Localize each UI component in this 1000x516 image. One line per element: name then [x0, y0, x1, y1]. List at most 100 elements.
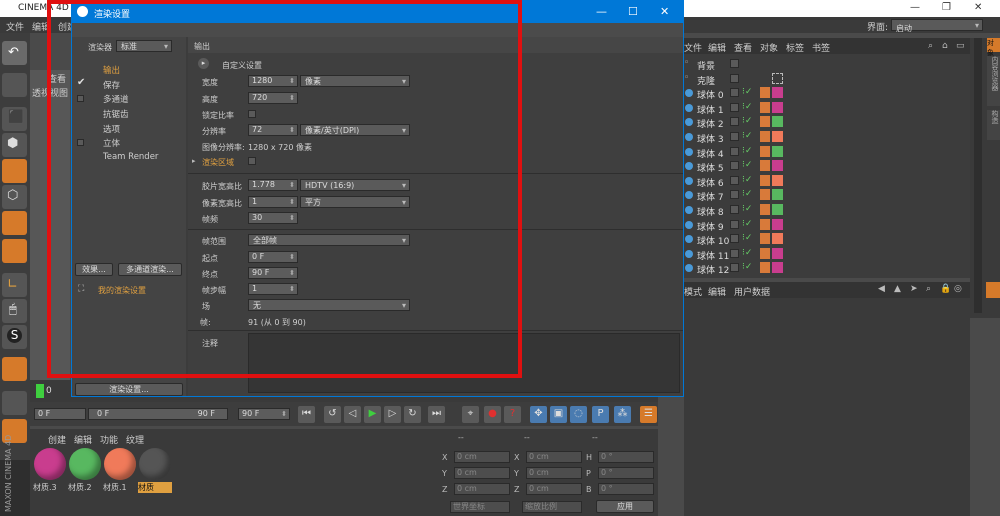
search-icon[interactable]: ⌕ [926, 284, 931, 294]
nav-stereo[interactable]: 立体 [103, 137, 120, 149]
unit-dropdown[interactable]: 像素 [300, 75, 410, 87]
phong-tag-icon[interactable] [760, 116, 770, 128]
enabled-check-icon[interactable]: ⁝✓ [742, 189, 752, 199]
scale-key-button[interactable]: ▣ [550, 406, 567, 423]
coord-field[interactable]: 0 cm [454, 483, 510, 495]
enabled-check-icon[interactable]: ⁝✓ [742, 175, 752, 185]
points-mode-button[interactable] [2, 159, 27, 183]
material-tag-icon[interactable] [772, 160, 783, 172]
layer-checkbox[interactable] [730, 205, 739, 214]
render-settings-button[interactable]: 渲染设置... [75, 383, 183, 396]
goto-end-button[interactable]: ⏭ [428, 406, 445, 423]
menu-file[interactable]: 文件 [6, 20, 24, 33]
layer-checkbox[interactable] [730, 102, 739, 112]
coord-field[interactable]: 0 cm [526, 451, 582, 463]
mat-menu-texture[interactable]: 纹理 [126, 433, 144, 446]
nav-output[interactable]: 输出 [103, 64, 120, 76]
resolution-unit-dropdown[interactable]: 像素/英寸(DPI) [300, 124, 410, 136]
object-row[interactable]: 球体 2 ⁝✓ [684, 115, 970, 130]
side-tab-objects[interactable]: 对象 [987, 38, 1000, 57]
om-scrollbar[interactable] [974, 38, 982, 313]
renderer-dropdown[interactable]: 标准 [116, 40, 172, 52]
tweak-button[interactable]: ∟ [2, 273, 27, 297]
notes-textarea[interactable] [248, 333, 680, 393]
om-menu-objects[interactable]: 对象 [760, 41, 778, 54]
multipass-render-button[interactable]: 多通道渲染... [118, 263, 182, 276]
material-tag-icon[interactable] [772, 204, 783, 215]
layer-checkbox[interactable] [730, 175, 739, 185]
object-row[interactable]: 球体 5 ⁝✓ [684, 159, 970, 174]
up-arrow-icon[interactable]: ▲ [894, 284, 901, 294]
phong-tag-icon[interactable] [760, 204, 770, 215]
attr-menu-edit[interactable]: 编辑 [708, 285, 726, 298]
side-tab-structure[interactable]: 构造 [987, 110, 1000, 140]
dialog-maximize-icon[interactable]: ☐ [628, 5, 638, 18]
nav-antialiasing[interactable]: 抗锯齿 [103, 108, 129, 120]
layout-dropdown[interactable]: 启动 [891, 19, 983, 33]
undo-button[interactable]: ↶ [2, 41, 27, 65]
end-frame-field[interactable]: 90 F [238, 408, 290, 420]
enabled-check-icon[interactable]: ⁝✓ [742, 219, 752, 229]
coord-field[interactable]: 0 cm [526, 483, 582, 495]
object-row[interactable]: 球体 0 ⁝✓ [684, 86, 970, 101]
play-button[interactable]: ▶ [364, 406, 381, 423]
lock-icon[interactable]: 🔒 [940, 284, 951, 294]
enabled-check-icon[interactable]: ⁝✓ [742, 87, 752, 97]
polygons-mode-button[interactable] [2, 211, 27, 235]
model-mode-button[interactable] [2, 73, 27, 97]
object-row[interactable]: 球体 1 ⁝✓ [684, 101, 970, 116]
object-row[interactable]: 球体 4 ⁝✓ [684, 145, 970, 160]
effects-button[interactable]: 效果... [75, 263, 113, 276]
prev-key-button[interactable]: ↺ [324, 406, 341, 423]
preset-play-icon[interactable]: ▸ [198, 58, 209, 69]
keyframe-button[interactable]: ⌖ [462, 406, 479, 423]
material-tag-icon[interactable] [772, 131, 783, 142]
layer-checkbox[interactable] [730, 146, 739, 156]
resolution-input[interactable]: 72 [248, 124, 298, 136]
enabled-check-icon[interactable]: ⁝✓ [742, 131, 752, 141]
layer-checkbox[interactable] [730, 161, 739, 171]
nav-save[interactable]: 保存 [103, 79, 120, 91]
object-row[interactable]: 球体 8 ⁝✓ [684, 203, 970, 218]
film-aspect-dropdown[interactable]: HDTV (16:9) [300, 179, 410, 191]
enabled-check-icon[interactable]: ⁝✓ [742, 102, 752, 112]
width-input[interactable]: 1280 [248, 75, 298, 87]
close-icon[interactable]: ✕ [974, 2, 982, 13]
attr-menu-userdata[interactable]: 用户数据 [734, 285, 770, 298]
om-menu-bookmarks[interactable]: 书签 [812, 41, 830, 54]
enabled-check-icon[interactable]: ⁝✓ [742, 160, 752, 170]
coord-field[interactable]: 0 ° [598, 467, 654, 479]
side-tab-content-browser[interactable]: 内容浏览器 [987, 56, 1000, 106]
expand-arrow-icon[interactable]: ▸ [192, 157, 196, 165]
material-tag-icon[interactable] [772, 174, 783, 186]
render-region-checkbox[interactable] [248, 157, 256, 165]
phong-tag-icon[interactable] [760, 145, 770, 157]
enabled-check-icon[interactable]: ⁝✓ [742, 233, 752, 243]
object-mode-button[interactable]: ⬛ [2, 107, 27, 131]
layer-checkbox[interactable] [730, 117, 739, 127]
nav-multipass[interactable]: 多通道 [103, 93, 129, 105]
enabled-check-icon[interactable]: ⁝✓ [742, 262, 752, 272]
lock-ratio-checkbox[interactable] [248, 110, 256, 118]
layer-checkbox[interactable] [730, 132, 739, 141]
object-row[interactable]: ◦ 背景 [684, 57, 970, 72]
om-menu-file[interactable]: 文件 [684, 41, 702, 54]
rotate-key-button[interactable]: ◌ [570, 406, 587, 423]
frame-step-input[interactable]: 1 [248, 283, 298, 295]
timeline-button[interactable]: ☰ [640, 406, 657, 423]
viewport-tab-perspective[interactable]: 透视视图 [32, 86, 68, 99]
coord-field[interactable]: 0 cm [454, 451, 510, 463]
phong-tag-icon[interactable] [760, 131, 770, 142]
end-input[interactable]: 90 F [248, 267, 298, 279]
object-row[interactable]: 球体 9 ⁝✓ [684, 218, 970, 233]
phong-tag-icon[interactable] [760, 160, 770, 172]
coord-field[interactable]: 0 cm [526, 467, 582, 479]
material-tag-icon[interactable] [772, 233, 783, 245]
enabled-check-icon[interactable]: ⁝✓ [742, 248, 752, 258]
restore-icon[interactable]: ❐ [942, 2, 951, 13]
object-row[interactable]: 球体 7 ⁝✓ [684, 188, 970, 203]
layer-checkbox[interactable] [730, 88, 739, 98]
frame-range-slider[interactable]: 0 F 90 F [88, 408, 228, 420]
layer-checkbox[interactable] [730, 263, 739, 273]
layer-checkbox[interactable] [730, 234, 739, 244]
